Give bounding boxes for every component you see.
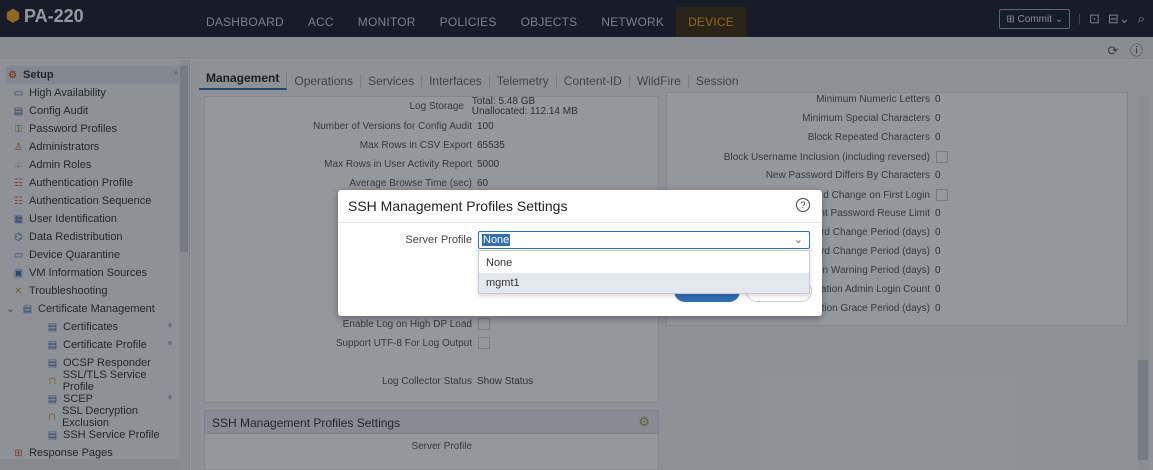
- server-profile-select[interactable]: None ⌄: [478, 231, 810, 249]
- server-profile-label: Server Profile: [405, 234, 472, 246]
- dropdown-option-none[interactable]: None: [479, 253, 809, 273]
- help-icon[interactable]: ?: [796, 198, 810, 212]
- divider: [338, 222, 822, 223]
- selected-value: None: [482, 234, 511, 246]
- dropdown-option-mgmt1[interactable]: mgmt1: [479, 273, 809, 293]
- server-profile-dropdown: None mgmt1: [478, 250, 810, 294]
- chevron-down-icon[interactable]: ⌄: [794, 233, 803, 246]
- dialog-title: SSH Management Profiles Settings: [348, 198, 568, 214]
